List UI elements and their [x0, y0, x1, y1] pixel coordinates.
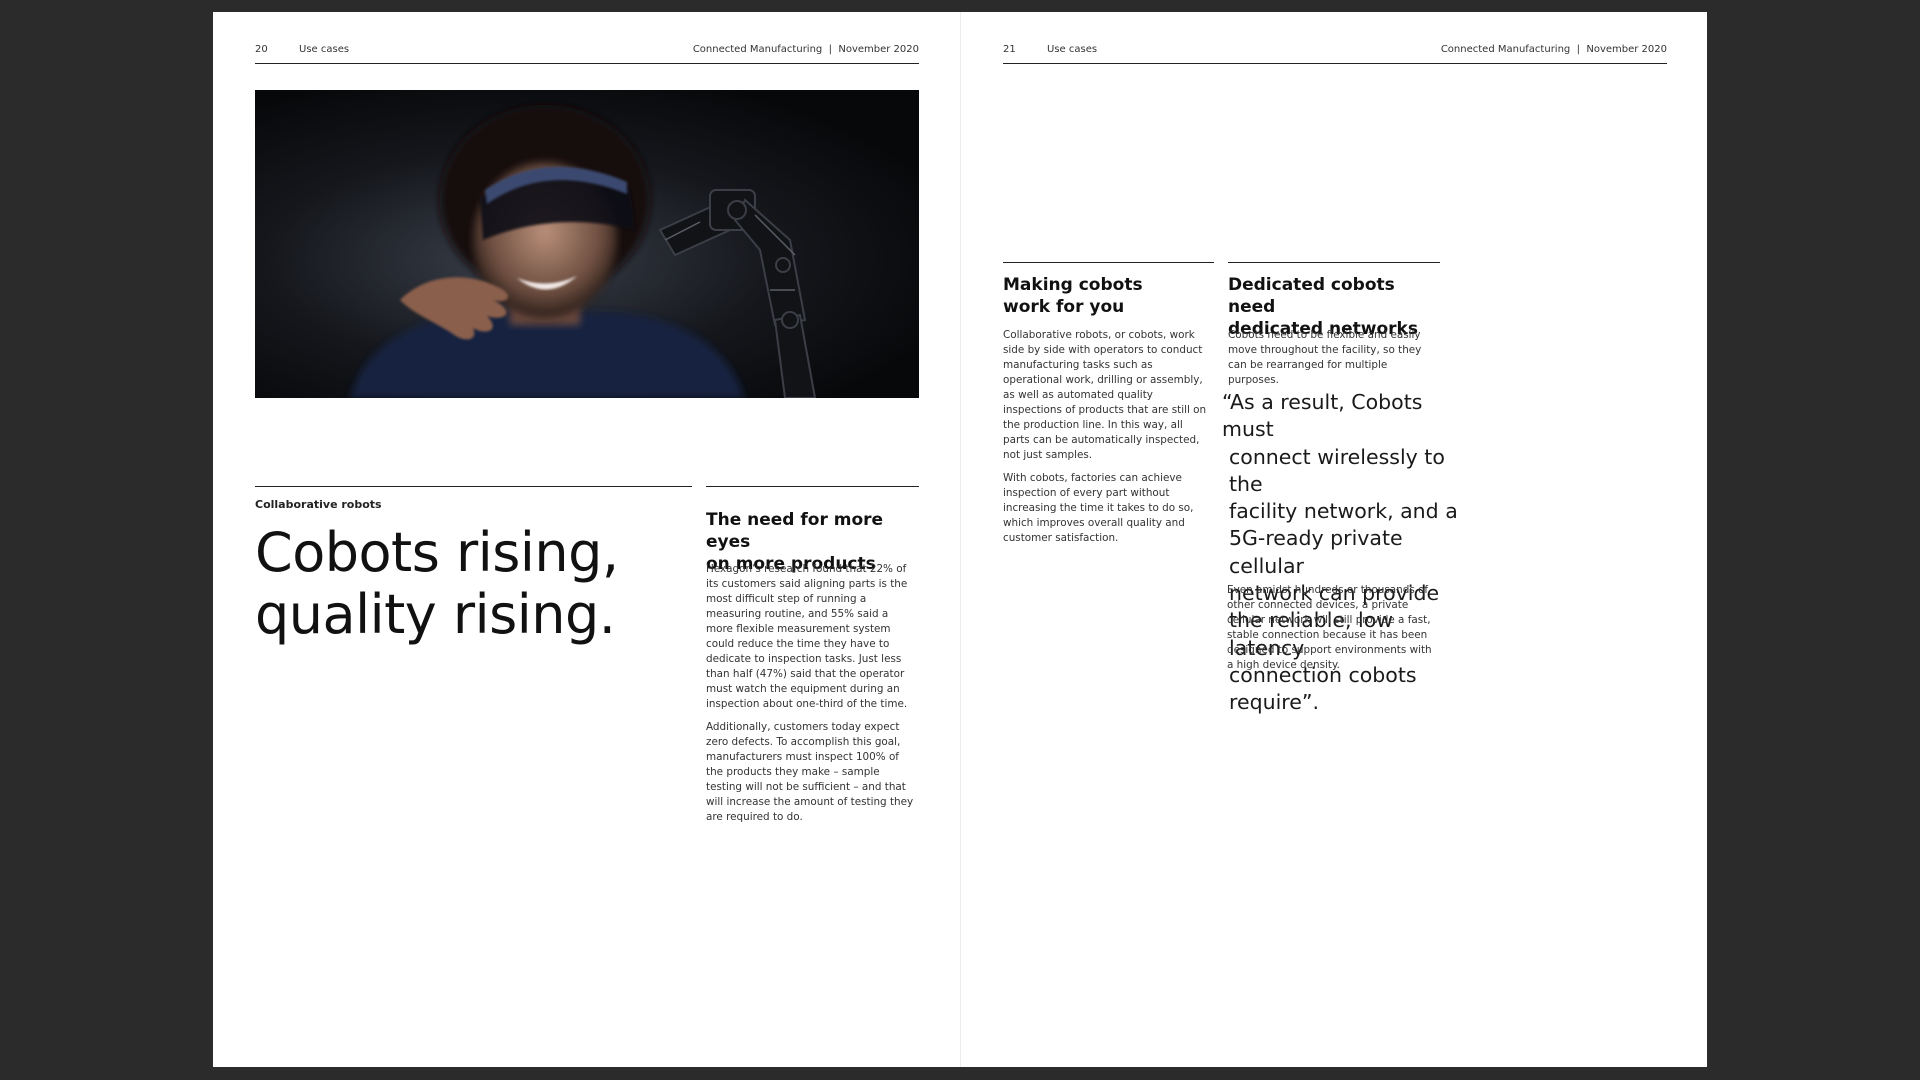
- quote-line: “As a result, Cobots must: [1222, 390, 1423, 442]
- headline-line: quality rising.: [255, 583, 616, 646]
- page-number: 21: [1003, 44, 1016, 55]
- quote-line: 5G-ready private cellular: [1229, 526, 1403, 578]
- document-spread: 20 Use cases Connected Manufacturing | N…: [213, 12, 1707, 1067]
- publication-label: Connected Manufacturing | November 2020: [692, 44, 919, 55]
- page-number: 20: [255, 44, 268, 55]
- headline-line: Cobots rising,: [255, 521, 619, 584]
- section-rule: [1003, 262, 1214, 263]
- body-paragraph: Hexagon’s research found that 22% of its…: [706, 563, 908, 710]
- quote-line: facility network, and a: [1229, 499, 1458, 524]
- page-headline: Cobots rising, quality rising.: [255, 522, 675, 646]
- section-label: Use cases: [299, 44, 350, 55]
- column-body: Collaborative robots, or cobots, work si…: [1003, 328, 1209, 554]
- page-header: 20 Use cases Connected Manufacturing | N…: [255, 44, 919, 64]
- body-paragraph: With cobots, factories can achieve inspe…: [1003, 472, 1194, 544]
- section-rule: [1228, 262, 1440, 263]
- left-page: 20 Use cases Connected Manufacturing | N…: [213, 12, 960, 1067]
- publication-label: Connected Manufacturing | November 2020: [1440, 44, 1667, 55]
- body-paragraph: Cobots need to be flexible and easily mo…: [1228, 329, 1422, 386]
- heading-line: work for you: [1003, 297, 1125, 317]
- section-eyebrow: Collaborative robots: [255, 498, 382, 511]
- photo-illustration: [350, 105, 817, 398]
- column-heading: Making cobots work for you: [1003, 274, 1214, 318]
- section-rule: [706, 486, 919, 487]
- section-label: Use cases: [1047, 44, 1098, 55]
- body-paragraph: Even amidst hundreds or thousands of oth…: [1227, 584, 1432, 671]
- page-header: 21 Use cases Connected Manufacturing | N…: [1003, 44, 1667, 64]
- heading-line: The need for more eyes: [706, 510, 884, 552]
- section-rule: [255, 486, 692, 487]
- column-closing: Even amidst hundreds or thousands of oth…: [1227, 583, 1439, 681]
- body-paragraph: Collaborative robots, or cobots, work si…: [1003, 329, 1207, 461]
- quote-line: connect wirelessly to the: [1229, 444, 1445, 496]
- body-paragraph: Additionally, customers today expect zer…: [706, 721, 914, 823]
- heading-line: Dedicated cobots need: [1228, 275, 1395, 317]
- hero-photo: [255, 90, 919, 398]
- column-body: Hexagon’s research found that 22% of its…: [706, 562, 914, 833]
- column-intro: Cobots need to be flexible and easily mo…: [1228, 328, 1440, 396]
- heading-line: Making cobots: [1003, 275, 1143, 295]
